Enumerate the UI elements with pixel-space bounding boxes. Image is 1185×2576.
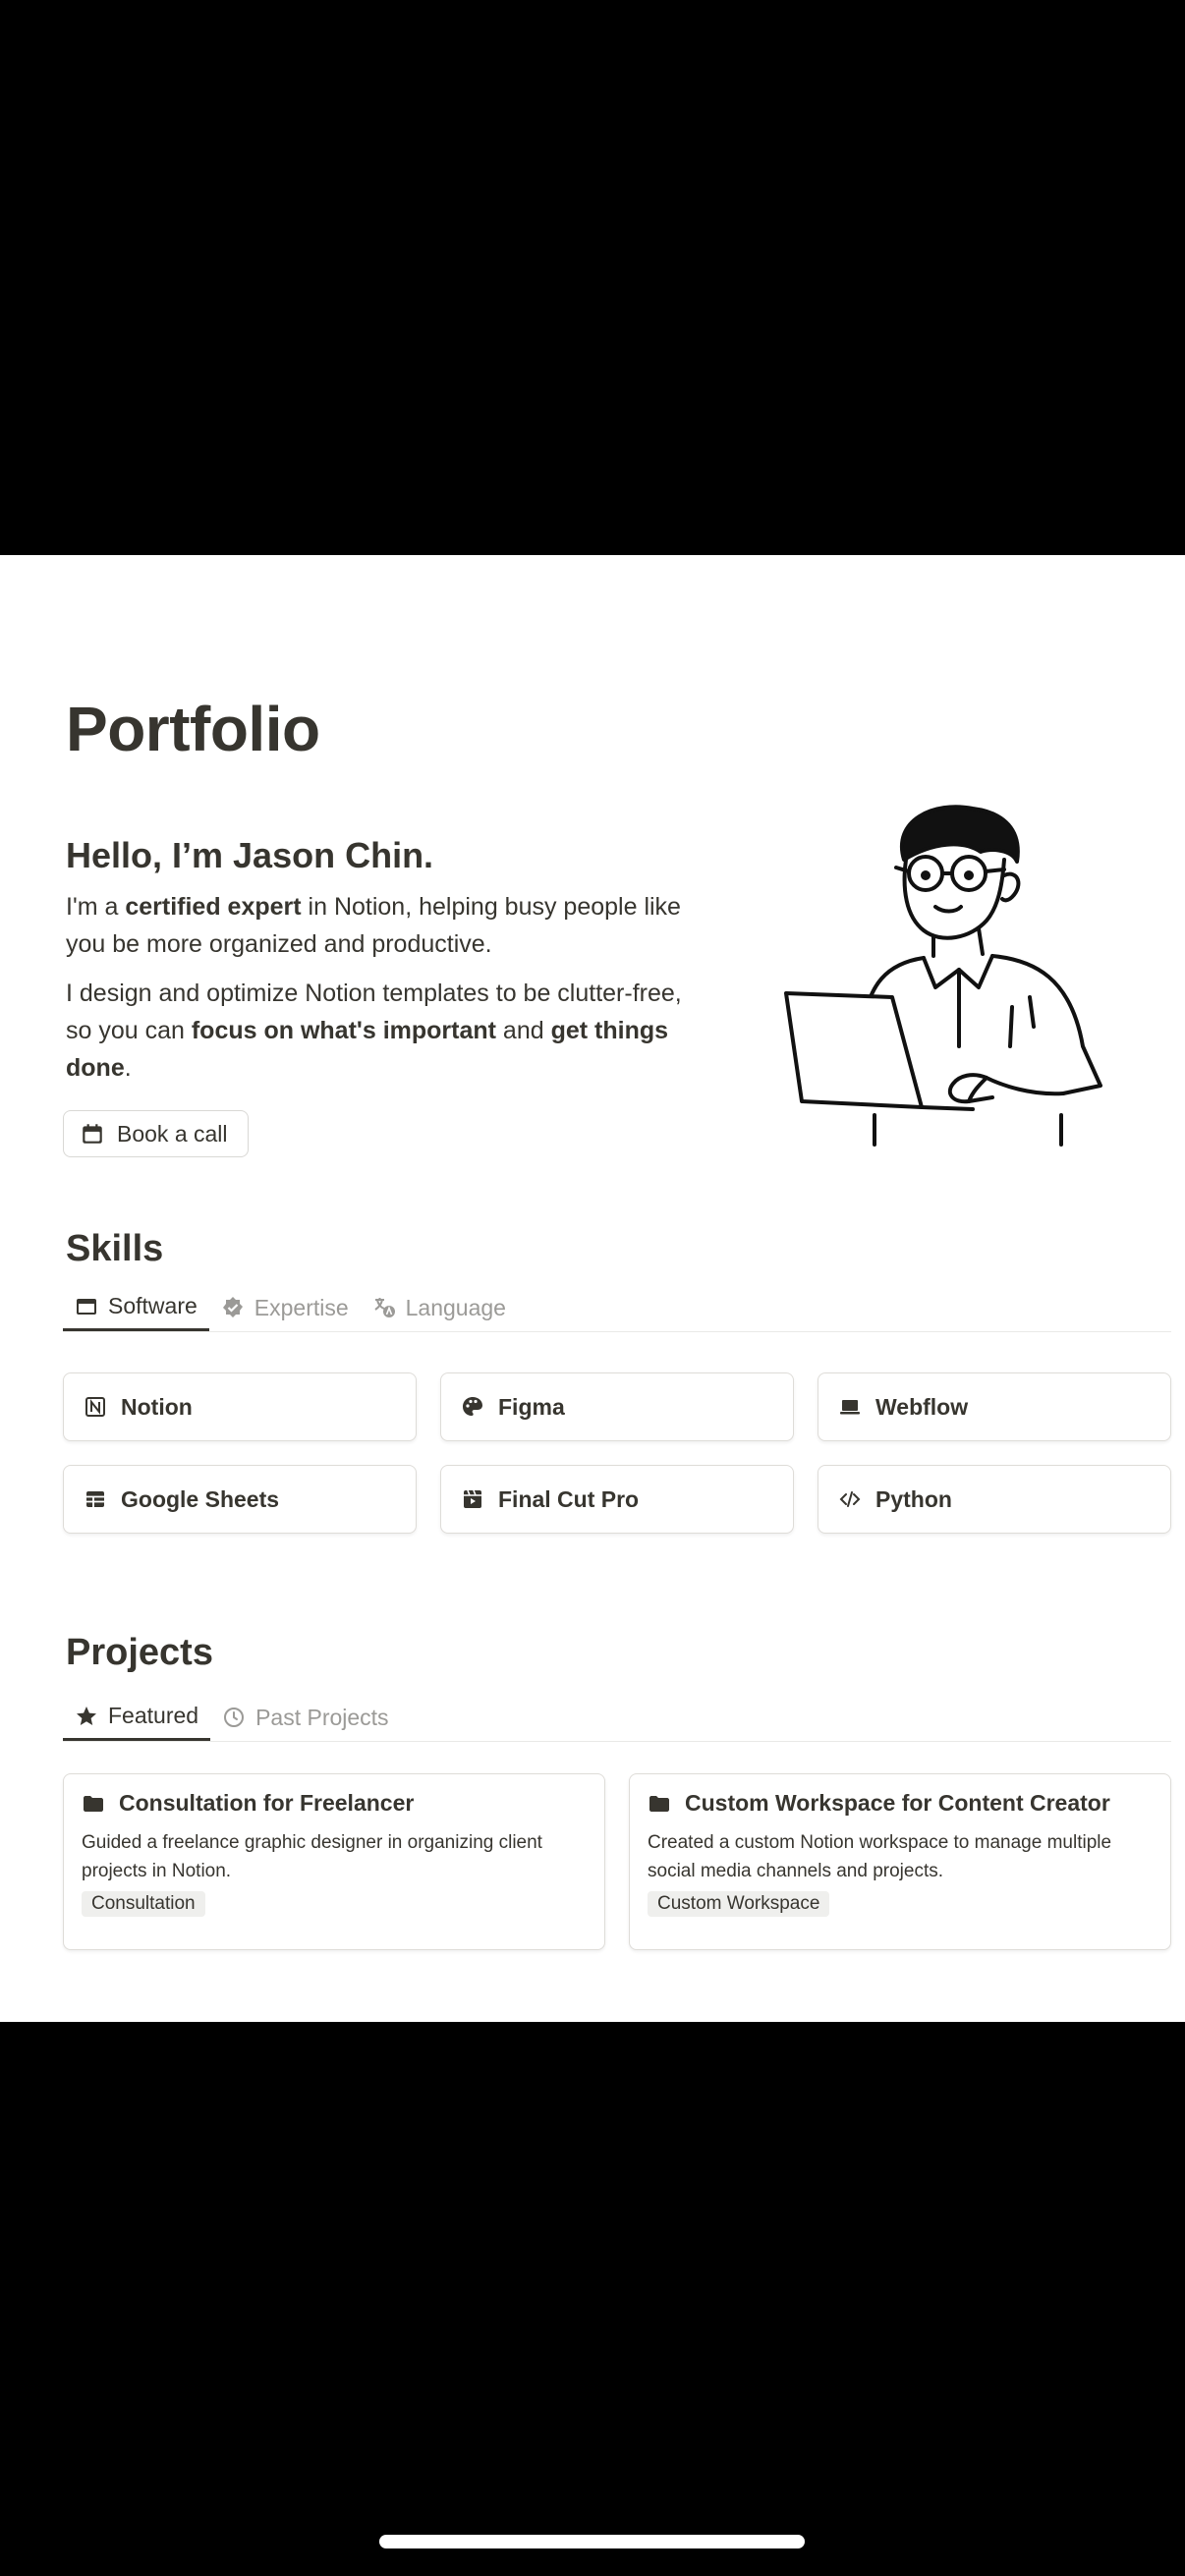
projects-tabs: Featured Past Projects: [63, 1694, 1171, 1742]
projects-heading: Projects: [66, 1632, 213, 1673]
card-title-text: Consultation for Freelancer: [119, 1790, 415, 1816]
skills-tabs: Software Expertise Language: [63, 1284, 1171, 1332]
skill-card-final-cut-pro[interactable]: Final Cut Pro: [440, 1465, 794, 1534]
tab-software[interactable]: Software: [63, 1284, 209, 1331]
tab-featured[interactable]: Featured: [63, 1694, 211, 1741]
palette-icon: [463, 1397, 482, 1416]
skills-grid: Notion Figma Webflow Google Sheets Final…: [63, 1372, 1171, 1534]
intro-section: Hello, I’m Jason Chin. I'm a certified e…: [66, 835, 714, 1098]
book-a-call-button[interactable]: Book a call: [63, 1110, 249, 1157]
skill-label: Webflow: [875, 1393, 969, 1420]
skills-heading: Skills: [66, 1228, 164, 1269]
tab-expertise[interactable]: Expertise: [209, 1284, 361, 1331]
skill-card-webflow[interactable]: Webflow: [818, 1372, 1171, 1441]
intro-paragraph-1: I'm a certified expert in Notion, helpin…: [66, 893, 681, 958]
skill-label: Notion: [121, 1393, 193, 1420]
code-icon: [839, 1491, 861, 1507]
project-card-custom-workspace[interactable]: Custom Workspace for Content Creator Cre…: [629, 1773, 1171, 1950]
card-title: Custom Workspace for Content Creator: [648, 1790, 1153, 1817]
tab-past-projects[interactable]: Past Projects: [210, 1694, 401, 1741]
browser-window-icon: [77, 1298, 96, 1315]
book-a-call-label: Book a call: [117, 1120, 228, 1147]
card-description: Guided a freelance graphic designer in o…: [82, 1832, 542, 1881]
intro-paragraph-2: I design and optimize Notion templates t…: [66, 980, 682, 1082]
folder-icon: [84, 1795, 103, 1812]
verified-badge-icon: [222, 1297, 243, 1317]
skill-card-notion[interactable]: Notion: [63, 1372, 417, 1441]
skill-card-google-sheets[interactable]: Google Sheets: [63, 1465, 417, 1534]
person-with-laptop-illustration: [784, 805, 1102, 1147]
skill-label: Figma: [498, 1393, 565, 1420]
tab-label: Expertise: [254, 1294, 349, 1320]
film-icon: [464, 1489, 481, 1508]
laptop-icon: [840, 1400, 860, 1415]
tab-language[interactable]: Language: [361, 1284, 518, 1331]
clock-icon: [224, 1708, 245, 1727]
notion-page: Portfolio Hello, I’m Jason Chin. I'm a c…: [0, 555, 1185, 2022]
tab-label: Software: [108, 1293, 198, 1318]
skill-card-figma[interactable]: Figma: [440, 1372, 794, 1441]
card-tag: Custom Workspace: [648, 1891, 830, 1917]
star-icon: [77, 1706, 96, 1725]
notion-icon: [85, 1397, 105, 1417]
translate-icon: [374, 1298, 395, 1317]
greeting-heading: Hello, I’m Jason Chin.: [66, 835, 434, 875]
skill-label: Final Cut Pro: [498, 1485, 640, 1512]
tab-label: Past Projects: [255, 1704, 389, 1730]
card-title: Consultation for Freelancer: [82, 1790, 587, 1817]
project-card-consultation[interactable]: Consultation for Freelancer Guided a fre…: [63, 1773, 605, 1950]
projects-gallery: Consultation for Freelancer Guided a fre…: [63, 1773, 1171, 1950]
home-indicator[interactable]: [379, 2535, 805, 2548]
card-tag: Consultation: [82, 1891, 205, 1917]
folder-icon: [649, 1795, 669, 1812]
table-icon: [86, 1491, 104, 1507]
skill-label: Google Sheets: [121, 1485, 280, 1512]
card-title-text: Custom Workspace for Content Creator: [685, 1790, 1110, 1816]
page-title: Portfolio: [66, 694, 320, 764]
skill-card-python[interactable]: Python: [818, 1465, 1171, 1534]
card-description: Created a custom Notion workspace to man…: [648, 1832, 1112, 1881]
calendar-icon: [83, 1124, 102, 1144]
skill-label: Python: [875, 1485, 952, 1512]
tab-label: Featured: [108, 1703, 199, 1728]
tab-label: Language: [405, 1294, 506, 1320]
